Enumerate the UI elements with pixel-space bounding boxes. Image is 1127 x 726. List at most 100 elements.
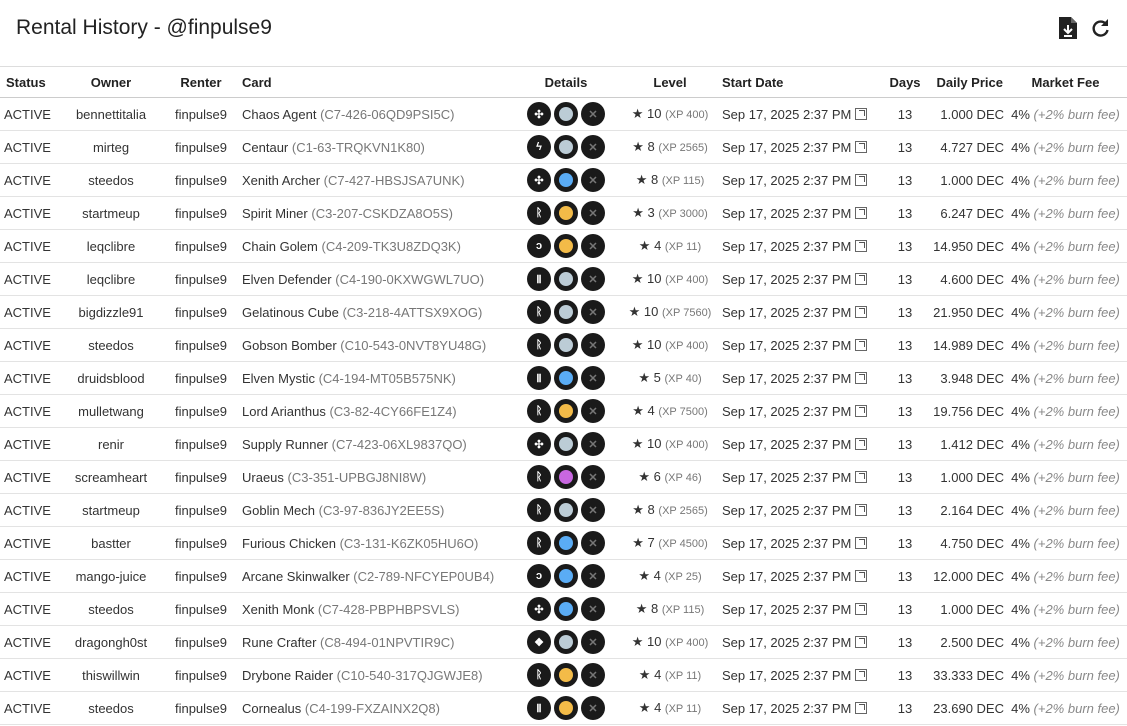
renter-cell: finpulse9 (160, 130, 242, 164)
status-cell: ACTIVE (0, 526, 62, 560)
star-icon: ★ (638, 370, 651, 385)
owner-cell: steedos (62, 163, 160, 197)
fee-percent: 4% (1011, 304, 1030, 320)
rarity-grey-icon (554, 135, 578, 159)
table-row[interactable]: ACTIVE mango-juice finpulse9 Arcane Skinwal… (0, 559, 1127, 593)
level-cell: ★ 8 (XP 115) (618, 163, 722, 197)
external-link-icon[interactable] (855, 404, 868, 417)
external-link-icon[interactable] (855, 206, 868, 219)
table-row[interactable]: ACTIVE dragongh0st finpulse9 Rune Crafter (… (0, 625, 1127, 659)
daily-price-cell: 4.727 DEC (930, 130, 1004, 164)
start-date-cell: Sep 17, 2025 2:37 PM (722, 97, 880, 131)
download-file-icon[interactable] (1057, 16, 1079, 40)
card-id: (C10-540-317QJGWJE8) (336, 667, 483, 683)
external-link-icon[interactable] (855, 239, 868, 252)
table-row[interactable]: ACTIVE leqclibre finpulse9 Chain Golem (C4-… (0, 229, 1127, 263)
details-cell: ᚱ ✕ (514, 328, 618, 362)
external-link-icon[interactable] (855, 668, 868, 681)
table-row[interactable]: ACTIVE renir finpulse9 Supply Runner (C7-42… (0, 427, 1127, 461)
star-icon: ★ (631, 436, 644, 451)
column-header-renter[interactable]: Renter (160, 66, 242, 98)
table-row[interactable]: ACTIVE bastter finpulse9 Furious Chicken (C… (0, 526, 1127, 560)
external-link-icon[interactable] (855, 107, 868, 120)
column-header-daily-price[interactable]: Daily Price (930, 66, 1004, 98)
refresh-icon[interactable] (1089, 17, 1111, 39)
start-date-cell: Sep 17, 2025 2:37 PM (722, 526, 880, 560)
level-cell: ★ 4 (XP 7500) (618, 394, 722, 428)
level-value: 4 (653, 568, 661, 583)
external-link-icon[interactable] (855, 536, 868, 549)
status-cell: ACTIVE (0, 262, 62, 296)
column-header-start-date[interactable]: Start Date (722, 66, 880, 98)
column-header-status[interactable]: Status (0, 66, 62, 98)
table-row[interactable]: ACTIVE leqclibre finpulse9 Elven Defender (… (0, 262, 1127, 296)
card-id: (C10-543-0NVT8YU48G) (340, 337, 487, 353)
table-row[interactable]: ACTIVE thiswillwin finpulse9 Drybone Raider… (0, 658, 1127, 692)
card-cell: Arcane Skinwalker (C2-789-NFCYEP0UB4) (242, 559, 514, 593)
card-cell: Xenith Monk (C7-428-PBPHBPSVLS) (242, 592, 514, 626)
card-cell: Xenith Archer (C7-427-HBSJSA7UNK) (242, 163, 514, 197)
external-link-icon[interactable] (855, 602, 868, 615)
fee-percent: 4% (1011, 172, 1030, 188)
table-row[interactable]: ACTIVE mirteg finpulse9 Centaur (C1-63-TRQK… (0, 130, 1127, 164)
external-link-icon[interactable] (855, 173, 868, 186)
market-fee-cell: 4% (+2% burn fee) (1004, 427, 1127, 461)
status-cell: ACTIVE (0, 295, 62, 329)
start-date-cell: Sep 17, 2025 2:37 PM (722, 163, 880, 197)
table-row[interactable]: ACTIVE steedos finpulse9 Xenith Monk (C7-42… (0, 592, 1127, 626)
external-link-icon[interactable] (855, 338, 868, 351)
table-row[interactable]: ACTIVE steedos finpulse9 Cornealus (C4-199-… (0, 691, 1127, 725)
external-link-icon[interactable] (855, 503, 868, 516)
external-link-icon[interactable] (855, 635, 868, 648)
table-row[interactable]: ACTIVE bigdizzle91 finpulse9 Gelatinous Cub… (0, 295, 1127, 329)
external-link-icon[interactable] (855, 437, 868, 450)
external-link-icon[interactable] (855, 569, 868, 582)
column-header-days[interactable]: Days (880, 66, 930, 98)
renter-cell: finpulse9 (160, 262, 242, 296)
table-row[interactable]: ACTIVE screamheart finpulse9 Uraeus (C3-351… (0, 460, 1127, 494)
daily-price-cell: 1.000 DEC (930, 97, 1004, 131)
table-row[interactable]: ACTIVE steedos finpulse9 Gobson Bomber (C10… (0, 328, 1127, 362)
table-row[interactable]: ACTIVE steedos finpulse9 Xenith Archer (C7-… (0, 163, 1127, 197)
table-row[interactable]: ACTIVE startmeup finpulse9 Spirit Miner (C3… (0, 196, 1127, 230)
crossed-swords-icon: ✕ (581, 531, 605, 555)
status-cell: ACTIVE (0, 361, 62, 395)
start-date: Sep 17, 2025 2:37 PM (722, 205, 852, 221)
column-header-level[interactable]: Level (618, 66, 722, 98)
edition-untamed-icon: Ⅱ (527, 267, 551, 291)
crossed-swords-icon: ✕ (581, 102, 605, 126)
owner-cell: bastter (62, 526, 160, 560)
days-cell: 13 (880, 427, 930, 461)
start-date: Sep 17, 2025 2:37 PM (722, 469, 852, 485)
level-cell: ★ 10 (XP 400) (618, 97, 722, 131)
column-header-details[interactable]: Details (514, 66, 618, 98)
start-date: Sep 17, 2025 2:37 PM (722, 634, 852, 650)
rental-table: Status Owner Renter Card Details Level Start D… (0, 66, 1127, 725)
edition-reward-icon: ᚱ (527, 333, 551, 357)
start-date: Sep 17, 2025 2:37 PM (722, 370, 852, 386)
card-name: Xenith Archer (242, 172, 321, 188)
column-header-owner[interactable]: Owner (62, 66, 160, 98)
star-icon: ★ (632, 205, 644, 220)
column-header-card[interactable]: Card (242, 66, 514, 98)
status-cell: ACTIVE (0, 427, 62, 461)
fee-percent: 4% (1011, 139, 1030, 155)
start-date-cell: Sep 17, 2025 2:37 PM (722, 592, 880, 626)
table-row[interactable]: ACTIVE druidsblood finpulse9 Elven Mystic (… (0, 361, 1127, 395)
table-row[interactable]: ACTIVE bennettitalia finpulse9 Chaos Agent … (0, 97, 1127, 131)
card-cell: Uraeus (C3-351-UPBGJ8NI8W) (242, 460, 514, 494)
external-link-icon[interactable] (855, 470, 868, 483)
external-link-icon[interactable] (855, 371, 868, 384)
external-link-icon[interactable] (855, 305, 868, 318)
column-header-market-fee[interactable]: Market Fee (1004, 66, 1127, 98)
external-link-icon[interactable] (855, 272, 868, 285)
market-fee-cell: 4% (+2% burn fee) (1004, 163, 1127, 197)
star-icon: ★ (631, 106, 644, 121)
external-link-icon[interactable] (855, 140, 868, 153)
details-cell: ᚱ ✕ (514, 196, 618, 230)
table-row[interactable]: ACTIVE mulletwang finpulse9 Lord Arianthus … (0, 394, 1127, 428)
rarity-purple-icon (554, 465, 578, 489)
table-row[interactable]: ACTIVE startmeup finpulse9 Goblin Mech (C3-… (0, 493, 1127, 527)
external-link-icon[interactable] (855, 701, 868, 714)
edition-reward-icon: ᚱ (527, 399, 551, 423)
